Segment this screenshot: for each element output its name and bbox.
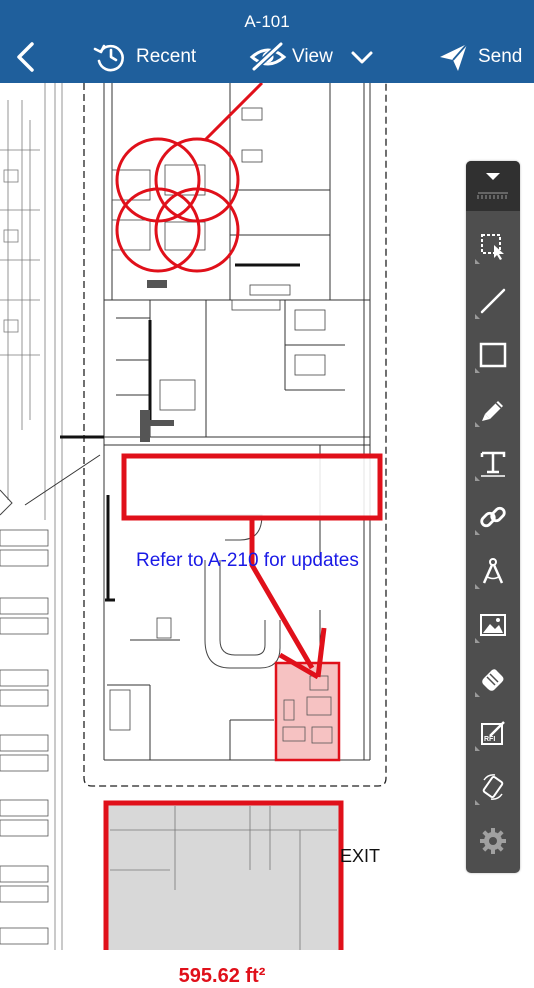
triangle-down-icon — [477, 173, 508, 199]
paper-plane-icon — [440, 43, 468, 71]
view-button[interactable]: View — [248, 40, 333, 74]
line-icon — [480, 288, 506, 314]
recent-button[interactable]: Recent — [92, 40, 196, 74]
callout-text[interactable]: Refer to A-210 for updates — [136, 549, 372, 572]
chevron-down-icon — [351, 51, 373, 64]
text-tool-button[interactable] — [473, 443, 513, 483]
line-tool-button[interactable] — [473, 281, 513, 321]
compass-icon — [482, 558, 504, 584]
rectangle-icon — [479, 342, 507, 368]
rotate-tool-button[interactable] — [473, 767, 513, 807]
gear-icon — [480, 828, 506, 854]
markup-tool-palette: RFI — [466, 161, 520, 873]
chevron-left-icon — [17, 42, 34, 72]
send-button[interactable]: Send — [438, 40, 522, 74]
navigation-bar: A-101 Recent View Send — [0, 0, 534, 83]
drawing-canvas[interactable]: Refer to A-210 for updates 595.62 ft² EX… — [0, 83, 534, 987]
document-title: A-101 — [244, 12, 290, 31]
svg-text:RFI: RFI — [484, 736, 495, 743]
link-icon — [480, 506, 506, 528]
pen-tool-button[interactable] — [473, 389, 513, 429]
area-measurement-label[interactable]: 595.62 ft² — [108, 965, 336, 988]
exit-label: EXIT — [340, 846, 381, 866]
view-label: View — [292, 46, 333, 67]
text-icon — [480, 451, 506, 477]
back-button[interactable] — [12, 40, 38, 74]
recent-label: Recent — [136, 46, 197, 67]
lasso-select-icon — [481, 234, 504, 260]
image-icon — [480, 614, 506, 636]
stamp-icon — [482, 669, 504, 691]
view-dropdown-button[interactable] — [348, 40, 376, 74]
rectangle-tool-button[interactable] — [473, 335, 513, 375]
rfi-tool-button[interactable]: RFI — [473, 713, 513, 753]
floor-plan — [0, 83, 387, 950]
select-tool-button[interactable] — [473, 226, 513, 266]
measure-tool-button[interactable] — [473, 551, 513, 591]
image-tool-button[interactable] — [473, 605, 513, 645]
palette-header[interactable] — [466, 161, 520, 211]
pen-icon — [482, 401, 503, 421]
settings-tool-button[interactable] — [473, 821, 513, 861]
rotate-icon — [482, 774, 504, 800]
rfi-icon: RFI — [481, 721, 505, 745]
eye-hidden-icon — [249, 41, 287, 72]
history-icon — [93, 44, 124, 72]
send-label: Send — [478, 46, 523, 67]
stamp-tool-button[interactable] — [473, 659, 513, 699]
link-tool-button[interactable] — [473, 497, 513, 537]
